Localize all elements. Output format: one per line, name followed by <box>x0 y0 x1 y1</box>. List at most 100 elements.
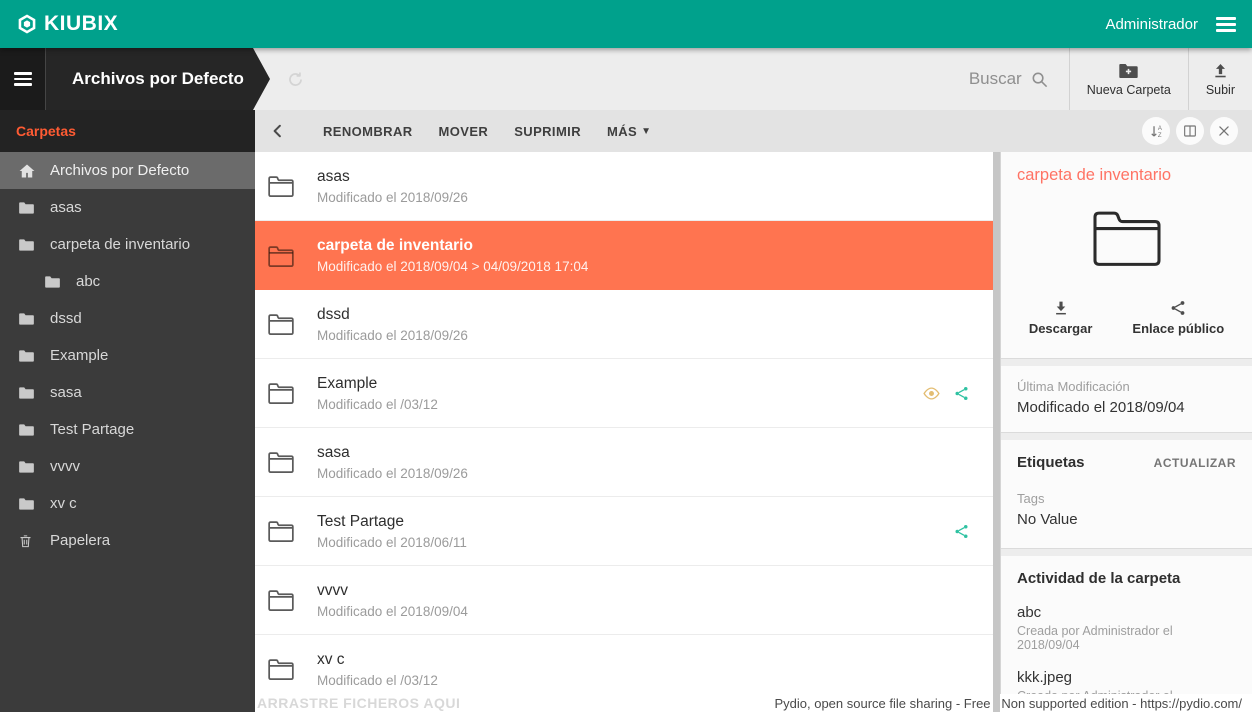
file-row-carpeta-de-inventario[interactable]: carpeta de inventario Modificado el 2018… <box>255 221 1000 290</box>
sidebar-item-label: Papelera <box>50 532 110 549</box>
file-name: dssd <box>317 306 970 324</box>
new-folder-label: Nueva Carpeta <box>1087 83 1171 97</box>
file-row-asas[interactable]: asas Modificado el 2018/09/26 <box>255 152 1000 221</box>
folder-outline-icon <box>267 174 295 198</box>
large-folder-icon <box>1017 205 1236 269</box>
sidebar-item-sasa[interactable]: sasa <box>0 374 255 411</box>
top-app-bar: KIUBIX Administrador <box>0 0 1252 48</box>
sidebar-item-dssd[interactable]: dssd <box>0 300 255 337</box>
rename-button[interactable]: RENOMBRAR <box>323 124 413 139</box>
folder-icon <box>44 275 62 289</box>
file-name: carpeta de inventario <box>317 237 970 255</box>
more-label: MÁS <box>607 124 637 139</box>
user-menu-label[interactable]: Administrador <box>1105 16 1198 33</box>
activity-item-name: kkk.jpeg <box>1017 669 1236 686</box>
sidebar-item-label: xv c <box>50 495 77 512</box>
file-row-test-partage[interactable]: Test Partage Modificado el 2018/06/11 <box>255 497 1000 566</box>
main-menu-hamburger-icon[interactable] <box>1216 17 1236 32</box>
folder-outline-icon <box>267 588 295 612</box>
file-modified-date: Modificado el 2018/06/11 <box>317 535 953 550</box>
sidebar-item-papelera[interactable]: Papelera <box>0 522 255 559</box>
last-modified-label: Última Modificación <box>1017 379 1236 394</box>
sidebar-item-label: Archivos por Defecto <box>50 162 189 179</box>
file-row-vvvv[interactable]: vvvv Modificado el 2018/09/04 <box>255 566 1000 635</box>
delete-button[interactable]: SUPRIMIR <box>514 124 581 139</box>
update-tags-button[interactable]: ACTUALIZAR <box>1154 456 1236 470</box>
public-link-button[interactable]: Enlace público <box>1132 299 1224 336</box>
file-modified-date: Modificado el 2018/09/04 <box>317 604 970 619</box>
app-logo: KIUBIX <box>16 12 118 36</box>
sidebar-item-label: sasa <box>50 384 82 401</box>
selection-summary-section: carpeta de inventario Descarg <box>1001 152 1252 359</box>
upload-button[interactable]: Subir <box>1189 61 1252 97</box>
watch-eye-icon[interactable] <box>922 386 941 401</box>
sidebar-item-test-partage[interactable]: Test Partage <box>0 411 255 448</box>
search-box[interactable]: Buscar <box>969 69 1069 89</box>
file-name: xv c <box>317 651 970 669</box>
file-row-example[interactable]: Example Modificado el /03/12 <box>255 359 1000 428</box>
file-modified-date: Modificado el 2018/09/26 <box>317 328 970 343</box>
file-modified-date: Modificado el 2018/09/26 <box>317 190 970 205</box>
file-name: vvvv <box>317 582 970 600</box>
sidebar-item-label: dssd <box>50 310 82 327</box>
sidebar-item-label: abc <box>76 273 100 290</box>
file-name: sasa <box>317 444 970 462</box>
workspace-title-banner[interactable]: Archivos por Defecto <box>46 48 270 110</box>
folders-panel-header: Carpetas <box>0 110 255 152</box>
sidebar-item-xv-c[interactable]: xv c <box>0 485 255 522</box>
dropdown-caret-icon: ▼ <box>641 126 651 137</box>
shared-link-icon[interactable] <box>953 385 970 402</box>
file-name: asas <box>317 168 970 186</box>
tags-label: Tags <box>1017 491 1236 506</box>
columns-view-button[interactable] <box>1176 117 1204 145</box>
shared-link-icon[interactable] <box>953 523 970 540</box>
detail-panel-title: carpeta de inventario <box>1017 166 1236 185</box>
home-icon <box>18 163 36 179</box>
selection-action-bar: RENOMBRAR MOVER SUPRIMIR MÁS ▼ A Z <box>255 110 1252 152</box>
refresh-icon[interactable] <box>286 70 305 89</box>
sidebar-item-archivos-por-defecto[interactable]: Archivos por Defecto <box>0 152 255 189</box>
move-button[interactable]: MOVER <box>439 124 489 139</box>
sidebar-item-label: Test Partage <box>50 421 134 438</box>
sidebar-toggle-button[interactable] <box>0 48 46 110</box>
sidebar-item-carpeta-de-inventario[interactable]: carpeta de inventario <box>0 226 255 263</box>
file-name: Example <box>317 375 922 393</box>
sidebar-item-label: vvvv <box>50 458 80 475</box>
sidebar-item-abc[interactable]: abc <box>0 263 255 300</box>
last-modified-section: Última Modificación Modificado el 2018/0… <box>1001 366 1252 433</box>
folder-icon <box>18 460 36 474</box>
vertical-scrollbar[interactable] <box>993 152 1000 712</box>
folder-icon <box>18 349 36 363</box>
share-icon <box>1169 299 1187 317</box>
back-chevron-icon[interactable] <box>269 122 287 140</box>
sidebar-item-label: carpeta de inventario <box>50 236 190 253</box>
sidebar-item-asas[interactable]: asas <box>0 189 255 226</box>
file-list-area: asas Modificado el 2018/09/26 carpeta de… <box>255 152 1000 712</box>
close-selection-button[interactable] <box>1210 117 1238 145</box>
folder-outline-icon <box>267 312 295 336</box>
download-icon <box>1052 299 1070 317</box>
file-row-dssd[interactable]: dssd Modificado el 2018/09/26 <box>255 290 1000 359</box>
tags-section-title: Etiquetas <box>1017 454 1085 471</box>
file-row-sasa[interactable]: sasa Modificado el 2018/09/26 <box>255 428 1000 497</box>
new-folder-button[interactable]: Nueva Carpeta <box>1070 62 1188 97</box>
folder-activity-section: Actividad de la carpeta abc Creada por A… <box>1001 556 1252 712</box>
more-menu-button[interactable]: MÁS ▼ <box>607 124 651 139</box>
upload-icon <box>1211 61 1230 80</box>
sidebar-item-vvvv[interactable]: vvvv <box>0 448 255 485</box>
new-folder-icon <box>1118 62 1139 80</box>
svg-text:A: A <box>1157 126 1161 132</box>
pydio-credits-link[interactable]: Pydio, open source file sharing - Free /… <box>774 696 1242 711</box>
sidebar-item-label: asas <box>50 199 82 216</box>
sidebar-item-example[interactable]: Example <box>0 337 255 374</box>
search-label: Buscar <box>969 69 1022 89</box>
file-modified-date: Modificado el /03/12 <box>317 673 970 688</box>
pydio-app: KIUBIX Administrador Archivos por Defect… <box>0 0 1252 712</box>
workspace-title: Archivos por Defecto <box>72 69 244 89</box>
activity-item-meta: Creada por Administrador el 2018/09/04 <box>1017 624 1236 652</box>
download-button[interactable]: Descargar <box>1029 299 1093 336</box>
sort-button[interactable]: A Z <box>1142 117 1170 145</box>
folders-header-label: Carpetas <box>16 123 76 139</box>
tags-value: No Value <box>1017 511 1236 528</box>
workspace-header: Archivos por Defecto Buscar <box>0 48 1252 110</box>
